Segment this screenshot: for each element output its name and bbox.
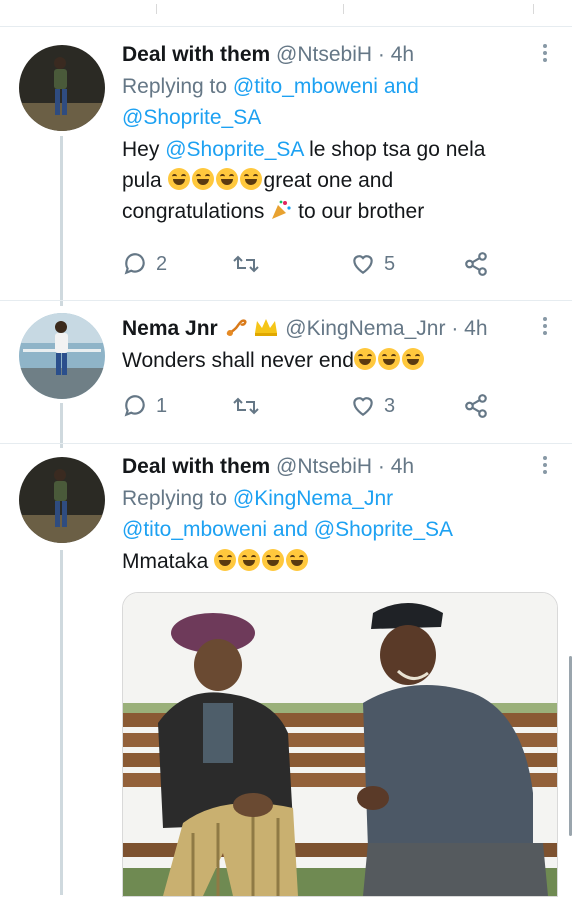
mention-link[interactable]: @Shoprite_SA	[122, 106, 261, 129]
reply-icon	[124, 253, 145, 275]
like-button[interactable]: 5	[350, 249, 395, 279]
tweet[interactable]: Nema Jnr @KingNema_Jnr · 4h Wonders shal…	[122, 315, 552, 376]
share-icon	[465, 252, 487, 276]
reply-count: 2	[156, 252, 168, 275]
timestamp[interactable]: 4h	[464, 317, 487, 340]
replying-label: Replying to	[122, 75, 228, 98]
text-segment: congratulations	[122, 200, 265, 223]
heart-icon	[353, 397, 373, 416]
thread-line	[60, 550, 63, 895]
retweet-button[interactable]	[232, 391, 260, 421]
username[interactable]: @NtsebiH	[276, 43, 372, 66]
laughing-emoji-icon	[191, 168, 214, 190]
display-name[interactable]: Nema Jnr	[122, 317, 218, 340]
display-name[interactable]: Deal with them	[122, 43, 270, 66]
joy-emoji-icon	[401, 348, 424, 370]
username[interactable]: @KingNema_Jnr	[285, 317, 445, 340]
top-strip	[0, 0, 572, 27]
tab-separator	[343, 4, 344, 14]
retweet-button[interactable]	[232, 249, 260, 279]
laughing-emoji-icon	[239, 168, 262, 190]
text-segment: Hey	[122, 138, 160, 161]
share-icon	[465, 394, 487, 418]
mention-link[interactable]: @Shoprite_SA	[314, 518, 453, 541]
like-button[interactable]: 3	[350, 391, 395, 421]
reply-button[interactable]: 1	[122, 391, 167, 421]
more-options-icon[interactable]	[542, 456, 548, 477]
avatar-photo	[19, 313, 105, 399]
tweet-header: Deal with them @NtsebiH · 4h	[122, 41, 552, 69]
tweet-actions: 1 3	[122, 391, 522, 421]
avatar[interactable]	[19, 457, 105, 543]
laughing-emoji-icon	[286, 549, 309, 571]
text-segment: great one and	[263, 169, 394, 192]
thread-line	[60, 403, 63, 448]
display-name[interactable]: Deal with them	[122, 455, 270, 478]
tweet-header: Nema Jnr @KingNema_Jnr · 4h	[122, 315, 552, 343]
retweet-icon	[233, 397, 259, 415]
joy-emoji-icon	[377, 348, 400, 370]
like-count: 3	[384, 394, 396, 417]
laughing-emoji-icon	[262, 549, 285, 571]
laughing-emoji-icon	[238, 549, 261, 571]
text-segment: pula	[122, 169, 162, 192]
joy-emoji-icon	[353, 348, 376, 370]
replying-label: Replying to	[122, 487, 228, 510]
avatar[interactable]	[19, 45, 105, 131]
party-popper-icon	[270, 199, 292, 221]
avatar-photo	[19, 457, 105, 543]
tab-separator	[156, 4, 157, 14]
dot-separator: ·	[377, 455, 385, 478]
more-options-icon[interactable]	[542, 44, 548, 65]
mention-link[interactable]: @tito_mboweni	[122, 518, 267, 541]
like-count: 5	[384, 252, 396, 275]
tweet-actions: 2 5	[122, 249, 522, 279]
timestamp[interactable]: 4h	[391, 43, 414, 66]
replying-and: and	[272, 518, 308, 541]
scorpion-emoji-icon	[224, 316, 248, 338]
laughing-emoji-icon	[214, 549, 237, 571]
tweet-text: Mmataka	[122, 546, 552, 577]
dot-separator: ·	[451, 317, 459, 340]
avatar-photo	[19, 45, 105, 131]
share-button[interactable]	[463, 391, 489, 421]
laughing-men-photo	[123, 593, 557, 896]
mention-link[interactable]: @KingNema_Jnr	[233, 487, 393, 510]
tweet[interactable]: Deal with them @NtsebiH · 4h Replying to…	[122, 41, 552, 227]
tweet-text: Wonders shall never end	[122, 345, 552, 376]
username[interactable]: @NtsebiH	[276, 455, 372, 478]
text-segment: le shop tsa go nela	[309, 138, 486, 161]
laughing-emoji-icon	[167, 168, 190, 190]
reply-icon	[124, 395, 145, 417]
text-segment: to our brother	[298, 200, 425, 223]
dot-separator: ·	[377, 43, 385, 66]
heart-icon	[353, 255, 373, 274]
crown-emoji-icon	[253, 317, 279, 337]
tweet-text: Hey @Shoprite_SA le shop tsa go nela pul…	[122, 134, 552, 227]
retweet-icon	[233, 255, 259, 273]
more-options-icon[interactable]	[542, 317, 548, 338]
timestamp[interactable]: 4h	[391, 455, 414, 478]
text-segment: Mmataka	[122, 550, 209, 573]
thread-line	[60, 136, 63, 306]
mention-link[interactable]: @tito_mboweni	[233, 75, 378, 98]
divider	[0, 443, 572, 444]
tweet-media-image[interactable]	[122, 592, 558, 897]
share-button[interactable]	[463, 249, 489, 279]
tab-separator	[533, 4, 534, 14]
divider	[0, 300, 572, 301]
reply-count: 1	[156, 394, 168, 417]
text-segment: Wonders shall never end	[122, 349, 354, 372]
laughing-emoji-icon	[215, 168, 238, 190]
avatar[interactable]	[19, 313, 105, 399]
replying-and: and	[383, 75, 419, 98]
reply-button[interactable]: 2	[122, 249, 167, 279]
replying-to: Replying to @KingNema_Jnr @tito_mboweni …	[122, 483, 552, 545]
tweet[interactable]: Deal with them @NtsebiH · 4h Replying to…	[122, 453, 552, 577]
replying-to: Replying to @tito_mboweni and @Shoprite_…	[122, 71, 552, 133]
mention-link[interactable]: @Shoprite_SA	[165, 138, 303, 161]
tweet-header: Deal with them @NtsebiH · 4h	[122, 453, 552, 481]
